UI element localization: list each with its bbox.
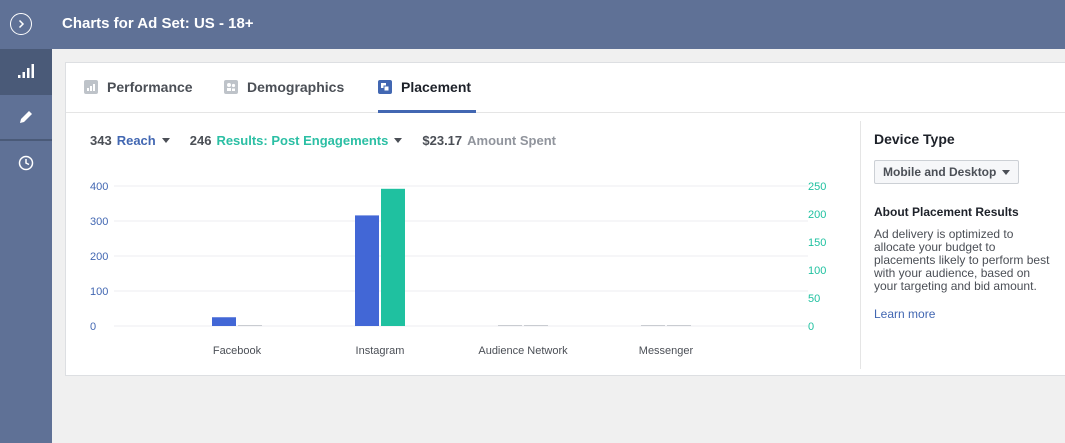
- results-metric[interactable]: 246 Results: Post Engagements: [190, 133, 403, 148]
- tab-label: Demographics: [247, 79, 345, 95]
- sidebar-filler: [0, 185, 52, 443]
- results-value: 246: [189, 133, 212, 148]
- reach-metric[interactable]: 343 Reach: [90, 133, 170, 148]
- sidebar-item-history[interactable]: [0, 141, 52, 185]
- bar-results: [667, 325, 691, 326]
- spent-value: $23.17: [422, 133, 463, 148]
- y-left-tick-label: 200: [90, 251, 108, 263]
- device-panel: Device Type Mobile and Desktop About Pla…: [874, 121, 1064, 321]
- bar-reach: [355, 215, 379, 326]
- device-type-title: Device Type: [874, 131, 955, 147]
- y-left-tick-label: 300: [90, 216, 108, 228]
- y-right-tick-label: 0: [808, 321, 814, 333]
- clock-icon: [18, 155, 34, 171]
- bar-results: [524, 325, 548, 326]
- chart-panel: Performance Demographics Placement 343 R…: [65, 62, 1065, 376]
- placement-bar-chart: 400 300 200 100 0 250 200 150 100 50 0 Facebook Inst…: [90, 181, 826, 357]
- device-type-dropdown[interactable]: Mobile and Desktop: [874, 160, 1020, 184]
- performance-icon: [84, 80, 98, 94]
- demographics-icon: [224, 80, 238, 94]
- y-left-tick-label: 400: [90, 181, 108, 193]
- y-left-tick-label: 0: [90, 321, 96, 333]
- active-tab-indicator: [378, 110, 476, 113]
- spent-label: Amount Spent: [467, 133, 556, 148]
- x-tick-label: Facebook: [213, 345, 262, 357]
- chevron-down-icon: [394, 138, 403, 143]
- about-text: Ad delivery is optimized to allocate you…: [874, 227, 1050, 293]
- device-type-value: Mobile and Desktop: [883, 165, 997, 179]
- about-title: About Placement Results: [874, 205, 1019, 219]
- placement-icon: [378, 80, 392, 94]
- y-right-tick-label: 50: [808, 293, 820, 305]
- chevron-down-icon: [161, 138, 170, 143]
- pencil-icon: [20, 111, 32, 123]
- bar-reach: [212, 317, 236, 326]
- spent-metric: $23.17 Amount Spent: [422, 133, 556, 148]
- tab-performance[interactable]: Performance: [84, 77, 193, 97]
- tab-bar: Performance Demographics Placement: [66, 63, 1065, 113]
- bar-results: [381, 188, 405, 326]
- x-tick-label: Messenger: [639, 345, 694, 357]
- y-left-tick-label: 100: [90, 286, 108, 298]
- chevron-down-icon: [1002, 169, 1011, 175]
- y-right-tick-label: 150: [808, 237, 826, 249]
- bar-reach: [641, 325, 665, 326]
- y-right-tick-label: 100: [808, 265, 826, 277]
- tab-label: Performance: [107, 79, 193, 95]
- bar-reach: [498, 325, 522, 326]
- panel-divider: [860, 121, 861, 369]
- bar-results: [238, 325, 262, 326]
- top-bar: Charts for Ad Set: US - 18+: [0, 0, 1065, 49]
- tab-placement[interactable]: Placement: [378, 77, 471, 97]
- chevron-right-circle-icon[interactable]: [10, 13, 32, 35]
- x-tick-label: Audience Network: [478, 345, 568, 357]
- bar-chart-icon: [18, 64, 34, 78]
- sidebar: [0, 49, 52, 443]
- y-right-tick-label: 250: [808, 181, 826, 193]
- learn-more-link[interactable]: Learn more: [874, 307, 1064, 321]
- sidebar-item-edit[interactable]: [0, 95, 52, 139]
- sidebar-item-charts[interactable]: [0, 49, 52, 93]
- results-label: Results: Post Engagements: [216, 133, 389, 148]
- tab-label: Placement: [401, 79, 472, 95]
- page-title: Charts for Ad Set: US - 18+: [62, 15, 254, 32]
- tab-demographics[interactable]: Demographics: [224, 77, 344, 97]
- y-right-tick-label: 200: [808, 209, 826, 221]
- reach-value: 343: [90, 133, 112, 148]
- reach-label: Reach: [116, 133, 156, 148]
- x-tick-label: Instagram: [356, 345, 405, 357]
- metrics-row: 343 Reach 246 Results: Post Engagements …: [90, 133, 576, 148]
